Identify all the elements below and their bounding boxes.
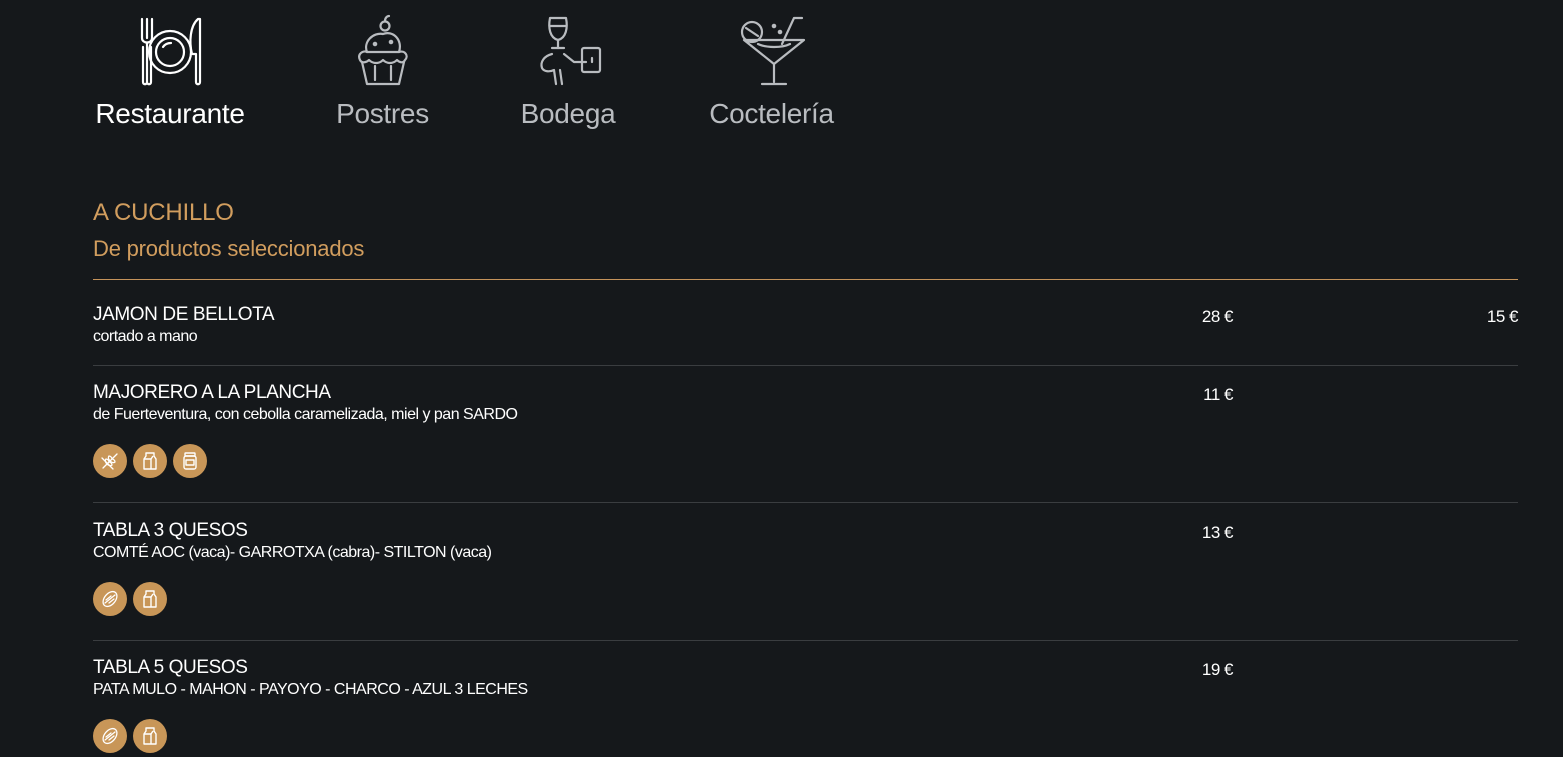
menu-page: Restaurante Postres Bodega Coctelería A … [0, 0, 1563, 757]
menu-item: TABLA 5 QUESOS PATA MULO - MAHON - PAYOY… [93, 657, 1518, 757]
item-name: TABLA 3 QUESOS [93, 520, 248, 541]
tab-bodega[interactable]: Bodega [518, 14, 618, 130]
item-description: de Fuerteventura, con cebolla carameliza… [93, 406, 518, 423]
tab-restaurante[interactable]: Restaurante [93, 14, 247, 130]
cocktail-icon [740, 16, 805, 86]
menu-item: JAMON DE BELLOTA cortado a mano 28 € 15 … [93, 304, 1519, 354]
item-description: cortado a mano [93, 328, 198, 345]
milk-icon [133, 719, 167, 753]
item-price: 19 € [1201, 660, 1234, 679]
item-price: 11 € [1203, 385, 1233, 404]
allergen-list [93, 719, 167, 753]
allergen-list [93, 582, 167, 616]
gluten-icon [93, 444, 127, 478]
nuts-icon [93, 719, 127, 753]
item-name: JAMON DE BELLOTA [93, 304, 275, 325]
section-subtitle: De productos seleccionados [93, 236, 365, 261]
tab-label: Restaurante [95, 98, 245, 129]
item-name: MAJORERO A LA PLANCHA [93, 382, 331, 403]
section-divider [93, 279, 1518, 280]
item-description: PATA MULO - MAHON - PAYOYO - CHARCO - AZ… [93, 681, 528, 698]
tab-cocteleria[interactable]: Coctelería [706, 14, 837, 130]
item-price: 13 € [1201, 523, 1234, 542]
tab-label: Coctelería [709, 98, 834, 129]
menu-item: TABLA 3 QUESOS COMTÉ AOC (vaca)- GARROTX… [93, 520, 1518, 630]
item-divider [93, 502, 1518, 503]
milk-icon [133, 444, 167, 478]
nuts-icon [93, 582, 127, 616]
item-price-secondary: 15 € [1486, 307, 1519, 326]
menu-item: MAJORERO A LA PLANCHA de Fuerteventura, … [93, 382, 1518, 492]
item-description: COMTÉ AOC (vaca)- GARROTXA (cabra)- STIL… [93, 544, 492, 561]
item-divider [93, 640, 1518, 641]
milk-icon [133, 582, 167, 616]
tab-label: Bodega [520, 98, 616, 129]
tab-postres[interactable]: Postres [334, 14, 431, 130]
category-tabs: Restaurante Postres Bodega Coctelería [93, 14, 893, 144]
item-name: TABLA 5 QUESOS [93, 657, 248, 678]
section-title: A CUCHILLO [93, 199, 234, 226]
cutlery-plate-icon [140, 17, 202, 86]
cupcake-icon [357, 14, 408, 86]
item-divider [93, 365, 1518, 366]
honey-jar-icon [173, 444, 207, 478]
wine-waiter-icon [540, 16, 602, 86]
allergen-list [93, 444, 207, 478]
tab-label: Postres [336, 98, 429, 129]
item-price: 28 € [1201, 307, 1234, 326]
